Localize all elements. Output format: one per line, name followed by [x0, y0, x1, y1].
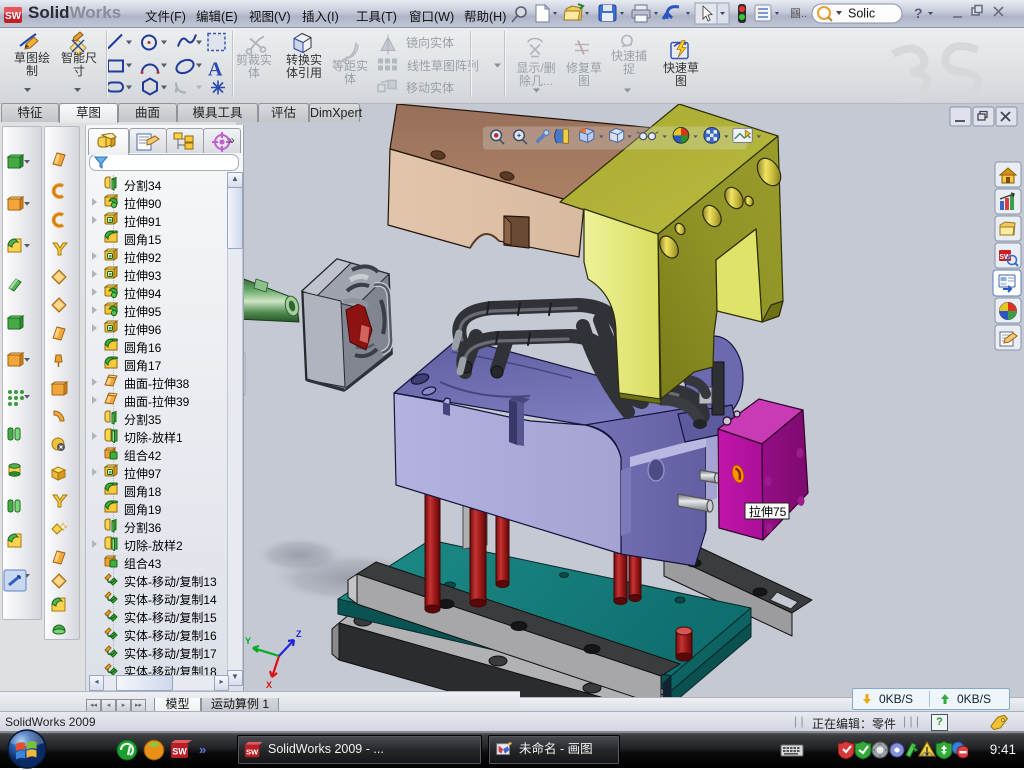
svg-text:㘥..: 㘥.. — [790, 7, 807, 20]
svg-text:»: » — [199, 742, 206, 757]
svg-text:SW: SW — [999, 254, 1011, 261]
svg-text:?: ? — [914, 5, 923, 21]
svg-text:SW: SW — [246, 748, 259, 757]
svg-text:Solic: Solic — [848, 7, 875, 21]
svg-text:A: A — [208, 59, 223, 81]
svg-text:SW: SW — [172, 747, 187, 757]
